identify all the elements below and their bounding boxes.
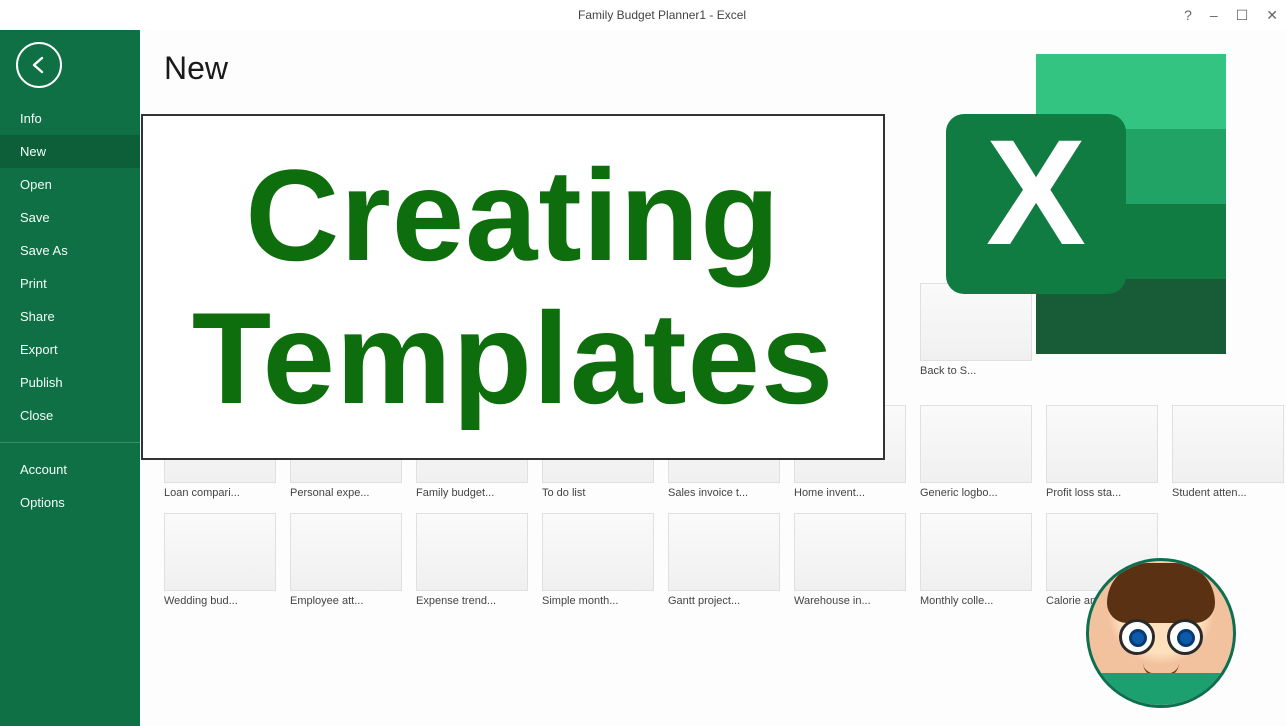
sidebar-top-group: Info New Open Save Save As Print Share E… bbox=[0, 102, 140, 432]
template-label: Profit loss sta... bbox=[1046, 487, 1158, 499]
sidebar-item-label: Save bbox=[20, 210, 50, 225]
sidebar-item-open[interactable]: Open bbox=[0, 168, 140, 201]
template-label: Sales invoice t... bbox=[668, 487, 780, 499]
avatar bbox=[1086, 558, 1236, 708]
sidebar-item-info[interactable]: Info bbox=[0, 102, 140, 135]
template-card[interactable]: Gantt project... bbox=[668, 513, 780, 607]
template-thumbnail bbox=[1172, 405, 1284, 483]
template-card[interactable]: Employee att... bbox=[290, 513, 402, 607]
template-thumbnail bbox=[794, 513, 906, 591]
template-label: Monthly colle... bbox=[920, 595, 1032, 607]
template-card[interactable]: Expense trend... bbox=[416, 513, 528, 607]
sidebar-item-export[interactable]: Export bbox=[0, 333, 140, 366]
overlay-line-1: Creating bbox=[245, 144, 780, 287]
sidebar-item-label: Print bbox=[20, 276, 47, 291]
maximize-icon[interactable]: ☐ bbox=[1236, 7, 1249, 24]
overlay-line-2: Templates bbox=[192, 287, 834, 430]
template-label: Expense trend... bbox=[416, 595, 528, 607]
sidebar-item-save[interactable]: Save bbox=[0, 201, 140, 234]
window-title: Family Budget Planner1 - Excel bbox=[140, 8, 1184, 22]
sidebar-separator bbox=[0, 442, 140, 443]
sidebar-item-new[interactable]: New bbox=[0, 135, 140, 168]
template-thumbnail bbox=[920, 513, 1032, 591]
template-label: To do list bbox=[542, 487, 654, 499]
template-label: Student atten... bbox=[1172, 487, 1284, 499]
template-label: Family budget... bbox=[416, 487, 528, 499]
help-icon[interactable]: ? bbox=[1184, 7, 1192, 23]
backstage-sidebar: Info New Open Save Save As Print Share E… bbox=[0, 30, 140, 726]
sidebar-bottom-group: Account Options bbox=[0, 453, 140, 519]
sidebar-item-save-as[interactable]: Save As bbox=[0, 234, 140, 267]
template-thumbnail bbox=[290, 513, 402, 591]
sidebar-item-close[interactable]: Close bbox=[0, 399, 140, 432]
sidebar-item-label: Publish bbox=[20, 375, 63, 390]
template-label: Employee att... bbox=[290, 595, 402, 607]
sidebar-item-label: Options bbox=[20, 495, 65, 510]
template-label: Simple month... bbox=[542, 595, 654, 607]
template-label: Warehouse in... bbox=[794, 595, 906, 607]
sidebar-item-share[interactable]: Share bbox=[0, 300, 140, 333]
sidebar-item-label: Info bbox=[20, 111, 42, 126]
template-label: Personal expe... bbox=[290, 487, 402, 499]
sidebar-item-print[interactable]: Print bbox=[0, 267, 140, 300]
overlay-title: Creating Templates bbox=[141, 114, 885, 460]
template-card[interactable]: Simple month... bbox=[542, 513, 654, 607]
sidebar-item-label: Save As bbox=[20, 243, 68, 258]
back-arrow-icon bbox=[28, 54, 50, 76]
template-label: Wedding bud... bbox=[164, 595, 276, 607]
template-label: Generic logbo... bbox=[920, 487, 1032, 499]
template-thumbnail bbox=[920, 405, 1032, 483]
sidebar-item-options[interactable]: Options bbox=[0, 486, 140, 519]
template-card[interactable]: Wedding bud... bbox=[164, 513, 276, 607]
sidebar-item-label: Open bbox=[20, 177, 52, 192]
template-card[interactable]: Monthly colle... bbox=[920, 513, 1032, 607]
svg-text:X: X bbox=[986, 108, 1086, 276]
back-button[interactable] bbox=[16, 42, 62, 88]
template-label: Home invent... bbox=[794, 487, 906, 499]
template-card[interactable]: Profit loss sta... bbox=[1046, 405, 1158, 499]
template-thumbnail bbox=[1046, 405, 1158, 483]
sidebar-item-label: Close bbox=[20, 408, 53, 423]
sidebar-item-label: Export bbox=[20, 342, 58, 357]
sidebar-item-account[interactable]: Account bbox=[0, 453, 140, 486]
template-thumbnail bbox=[416, 513, 528, 591]
template-thumbnail bbox=[542, 513, 654, 591]
minimize-icon[interactable]: – bbox=[1210, 7, 1218, 23]
sidebar-item-label: Share bbox=[20, 309, 55, 324]
template-card[interactable]: Student atten... bbox=[1172, 405, 1284, 499]
close-icon[interactable]: ✕ bbox=[1266, 7, 1278, 24]
template-thumbnail bbox=[668, 513, 780, 591]
window-controls: ? – ☐ ✕ bbox=[1184, 7, 1278, 24]
sidebar-item-label: New bbox=[20, 144, 46, 159]
template-label: Loan compari... bbox=[164, 487, 276, 499]
sidebar-item-label: Account bbox=[20, 462, 67, 477]
template-thumbnail bbox=[164, 513, 276, 591]
excel-logo-icon: X bbox=[916, 44, 1236, 369]
template-card[interactable]: Warehouse in... bbox=[794, 513, 906, 607]
sidebar-item-publish[interactable]: Publish bbox=[0, 366, 140, 399]
titlebar: Family Budget Planner1 - Excel ? – ☐ ✕ bbox=[0, 0, 1286, 30]
template-card[interactable]: Generic logbo... bbox=[920, 405, 1032, 499]
template-label: Gantt project... bbox=[668, 595, 780, 607]
